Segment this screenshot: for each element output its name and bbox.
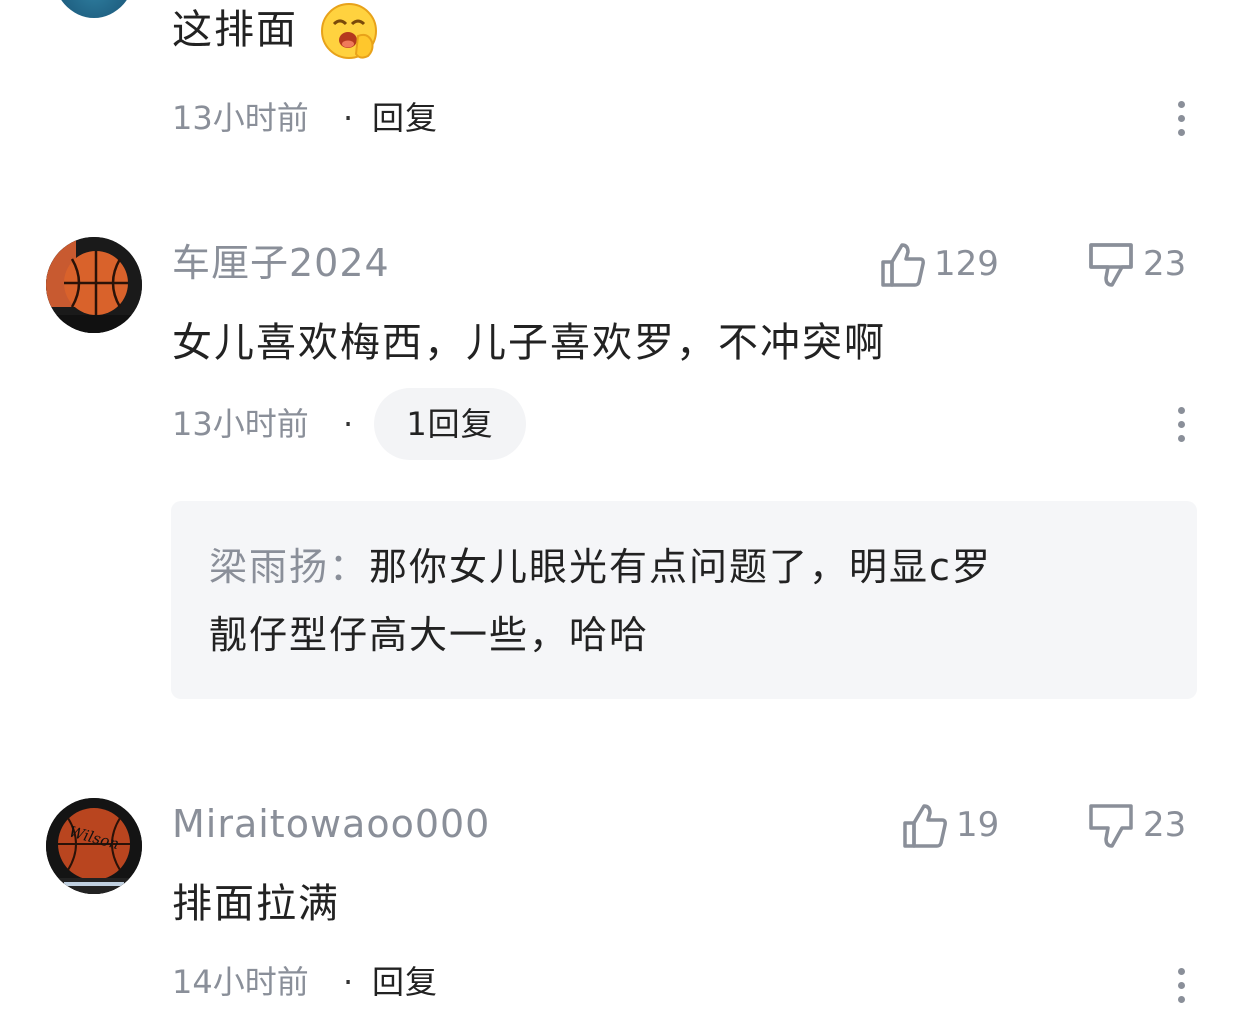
emoji-icon [320,2,382,62]
reply-line-1: 梁雨扬：那你女儿眼光有点问题了，明显c罗 [209,533,992,601]
username[interactable]: 车厘子2024 [172,240,390,286]
comment-text: 排面拉满 [172,881,340,927]
thumbs-down-icon[interactable] [1088,803,1134,849]
avatar[interactable] [52,0,136,18]
comment-time: 13小时前 [172,405,309,443]
more-vertical-icon[interactable] [1178,407,1186,449]
separator-dot: · [343,963,354,1001]
comment-text: 这排面 [172,6,298,54]
reply-button[interactable]: 回复 [372,98,438,138]
avatar[interactable] [46,237,142,333]
reply-text: 那你女儿眼光有点问题了，明显c罗 [369,545,992,589]
dislike-count: 23 [1143,244,1187,284]
comment-time: 14小时前 [172,963,309,1001]
wilson-basketball-avatar: Wilson [46,798,142,894]
comment-text-content: 这排面 [172,7,298,53]
replies-count-button[interactable]: 1回复 [374,388,526,460]
comment-text: 女儿喜欢梅西，儿子喜欢罗，不冲突啊 [172,320,886,366]
thumbs-up-icon[interactable] [902,803,948,849]
more-vertical-icon[interactable] [1178,101,1186,143]
basketball-avatar [46,237,142,333]
more-vertical-icon[interactable] [1178,968,1186,1010]
like-count: 129 [934,244,999,284]
reply-author[interactable]: 梁雨扬： [209,545,369,589]
reply-button[interactable]: 回复 [372,962,438,1002]
like-count: 19 [956,805,1000,845]
avatar[interactable]: Wilson [46,798,142,894]
dislike-count: 23 [1143,805,1187,845]
reply-preview[interactable]: 梁雨扬：那你女儿眼光有点问题了，明显c罗 靓仔型仔高大一些，哈哈 [171,501,1197,699]
separator-dot: · [343,405,354,443]
separator-dot: · [343,99,354,137]
comment-time: 13小时前 [172,99,309,137]
thumbs-up-icon[interactable] [880,242,926,288]
username[interactable]: Miraitowaoo000 [172,801,490,847]
reply-line-2: 靓仔型仔高大一些，哈哈 [209,613,650,657]
thumbs-down-icon[interactable] [1088,242,1134,288]
